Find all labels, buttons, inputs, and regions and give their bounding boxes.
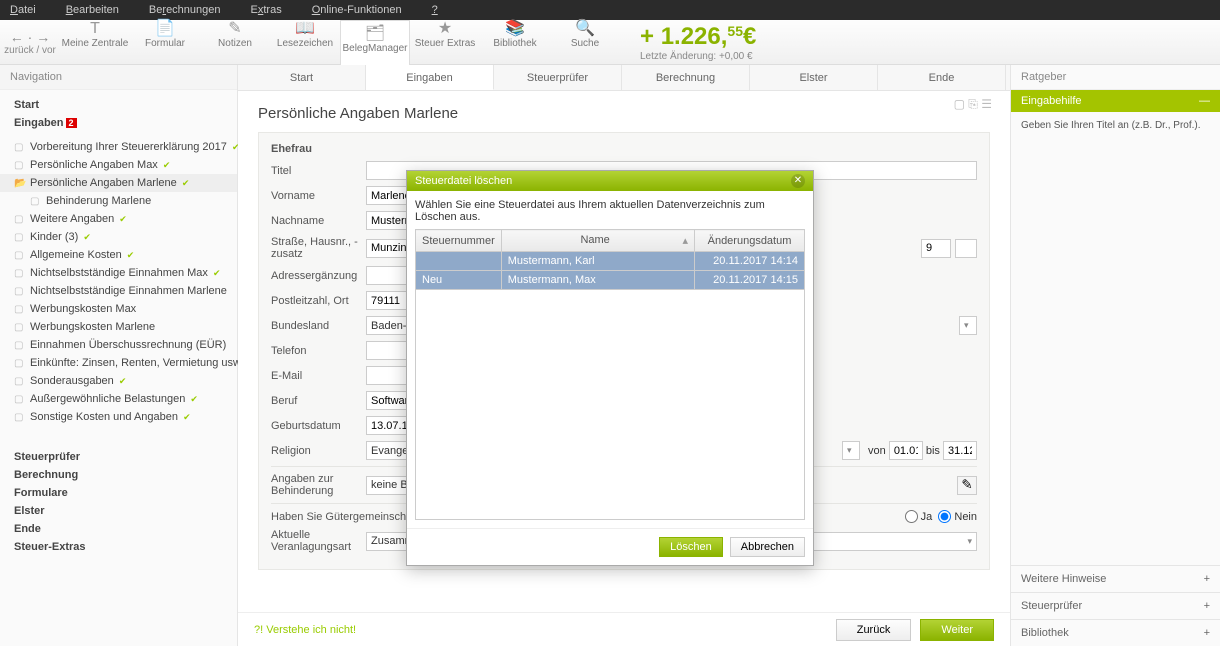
nav-header: Navigation <box>0 65 237 90</box>
nav-item[interactable]: 📂Persönliche Angaben Marlene ✔ <box>0 174 237 192</box>
page-title: Persönliche Angaben Marlene <box>258 105 990 122</box>
nav-steuer-extras[interactable]: Steuer-Extras <box>0 538 237 556</box>
tab-ende[interactable]: Ende <box>878 65 1006 90</box>
hausnr-input[interactable] <box>921 239 951 258</box>
nav-item[interactable]: ▢Weitere Angaben ✔ <box>0 210 237 228</box>
menu-berechnungen[interactable]: Berechnungen <box>149 4 221 16</box>
nav-item[interactable]: ▢Kinder (3) ✔ <box>0 228 237 246</box>
toolbar-lesezeichen[interactable]: 📖Lesezeichen <box>270 20 340 65</box>
nav-berechnung[interactable]: Berechnung <box>0 466 237 484</box>
nav-item[interactable]: ▢Sonderausgaben ✔ <box>0 372 237 390</box>
toolbar-notizen[interactable]: ✎Notizen <box>200 20 270 65</box>
page-tool-icons[interactable]: ▢ ⎘ ☰ <box>954 97 992 112</box>
menu-bearbeiten[interactable]: Bearbeiten <box>66 4 119 16</box>
tab-elster[interactable]: Elster <box>750 65 878 90</box>
menu-online[interactable]: Online-Funktionen <box>312 4 402 16</box>
von-input[interactable] <box>889 441 923 460</box>
next-button[interactable]: Weiter <box>920 619 994 641</box>
table-row[interactable]: NeuMustermann, Max20.11.2017 14:15 <box>416 271 805 290</box>
nav-ende[interactable]: Ende <box>0 520 237 538</box>
close-icon[interactable]: ✕ <box>791 174 805 188</box>
accordion-weitere-hinweise[interactable]: Weitere Hinweise+ <box>1011 565 1220 592</box>
delete-button[interactable]: Löschen <box>659 537 723 557</box>
nav-item[interactable]: ▢Einnahmen Überschussrechnung (EÜR) <box>0 336 237 354</box>
navigation-panel: Navigation StartEingaben2 ▢Vorbereitung … <box>0 65 238 646</box>
toolbar-formular[interactable]: 📄Formular <box>130 20 200 65</box>
toolbar-meine-zentrale[interactable]: TMeine Zentrale <box>60 20 130 65</box>
cancel-button[interactable]: Abbrechen <box>730 537 805 557</box>
menu-bar: Datei Bearbeiten Berechnungen Extras Onl… <box>0 0 1220 20</box>
bis-input[interactable] <box>943 441 977 460</box>
accordion-bibliothek[interactable]: Bibliothek+ <box>1011 619 1220 646</box>
nein-radio[interactable] <box>938 510 951 523</box>
ja-radio[interactable] <box>905 510 918 523</box>
amount-display: + 1.226,55€ Letzte Änderung: +0,00 € <box>640 23 756 62</box>
help-link[interactable]: ?! Verstehe ich nicht! <box>254 624 356 636</box>
nav-item[interactable]: ▢Einkünfte: Zinsen, Renten, Vermietung u… <box>0 354 237 372</box>
eingabehilfe-header[interactable]: Eingabehilfe— <box>1011 90 1220 112</box>
tab-berechnung[interactable]: Berechnung <box>622 65 750 90</box>
nav-item[interactable]: ▢Nichtselbstständige Einnahmen Marlene <box>0 282 237 300</box>
back-button[interactable]: Zurück <box>836 619 912 641</box>
toolbar-belegmanager[interactable]: 🗂BelegManager <box>340 20 410 65</box>
edit-icon[interactable]: ✎ <box>957 476 977 495</box>
nav-item[interactable]: ▢Außergewöhnliche Belastungen ✔ <box>0 390 237 408</box>
tab-steuerprüfer[interactable]: Steuerprüfer <box>494 65 622 90</box>
tab-start[interactable]: Start <box>238 65 366 90</box>
dialog-message: Wählen Sie eine Steuerdatei aus Ihrem ak… <box>415 199 805 223</box>
nav-steuerprüfer[interactable]: Steuerprüfer <box>0 448 237 466</box>
tab-eingaben[interactable]: Eingaben <box>366 65 494 90</box>
nav-item[interactable]: ▢Nichtselbstständige Einnahmen Max ✔ <box>0 264 237 282</box>
dialog-title: Steuerdatei löschen <box>415 175 512 187</box>
nav-item[interactable]: ▢Sonstige Kosten und Angaben ✔ <box>0 408 237 426</box>
nav-elster[interactable]: Elster <box>0 502 237 520</box>
nav-item[interactable]: ▢Vorbereitung Ihrer Steuererklärung 2017… <box>0 138 237 156</box>
nav-item[interactable]: ▢Behinderung Marlene <box>0 192 237 210</box>
nav-formulare[interactable]: Formulare <box>0 484 237 502</box>
nav-item[interactable]: ▢Werbungskosten Max <box>0 300 237 318</box>
toolbar-bibliothek[interactable]: 📚Bibliothek <box>480 20 550 65</box>
menu-help[interactable]: ? <box>432 4 438 16</box>
zusatz-input[interactable] <box>955 239 977 258</box>
nav-start[interactable]: Start <box>0 96 237 114</box>
toolbar: ← · → zurück / vor TMeine Zentrale📄Formu… <box>0 20 1220 65</box>
toolbar-suche[interactable]: 🔍Suche <box>550 20 620 65</box>
advisor-panel: Ratgeber Eingabehilfe— Geben Sie Ihren T… <box>1010 65 1220 646</box>
nav-back-forward[interactable]: ← · → zurück / vor <box>0 29 60 56</box>
menu-datei[interactable]: Datei <box>10 4 36 16</box>
table-row[interactable]: Mustermann, Karl20.11.2017 14:14 <box>416 252 805 271</box>
delete-file-dialog: Steuerdatei löschen ✕ Wählen Sie eine Ste… <box>406 170 814 566</box>
nav-item[interactable]: ▢Werbungskosten Marlene <box>0 318 237 336</box>
nav-eingaben[interactable]: Eingaben2 <box>0 114 237 132</box>
toolbar-steuer-extras[interactable]: ★Steuer Extras <box>410 20 480 65</box>
religion-arrow[interactable]: ▾ <box>842 441 860 460</box>
accordion-steuerprüfer[interactable]: Steuerprüfer+ <box>1011 592 1220 619</box>
bundesland-arrow[interactable]: ▾ <box>959 316 977 335</box>
nav-item[interactable]: ▢Persönliche Angaben Max ✔ <box>0 156 237 174</box>
content-tabs: StartEingabenSteuerprüferBerechnungElste… <box>238 65 1010 91</box>
file-table[interactable]: Steuernummer Name ▴ Änderungsdatum Muste… <box>415 229 805 290</box>
menu-extras[interactable]: Extras <box>251 4 282 16</box>
nav-item[interactable]: ▢Allgemeine Kosten ✔ <box>0 246 237 264</box>
